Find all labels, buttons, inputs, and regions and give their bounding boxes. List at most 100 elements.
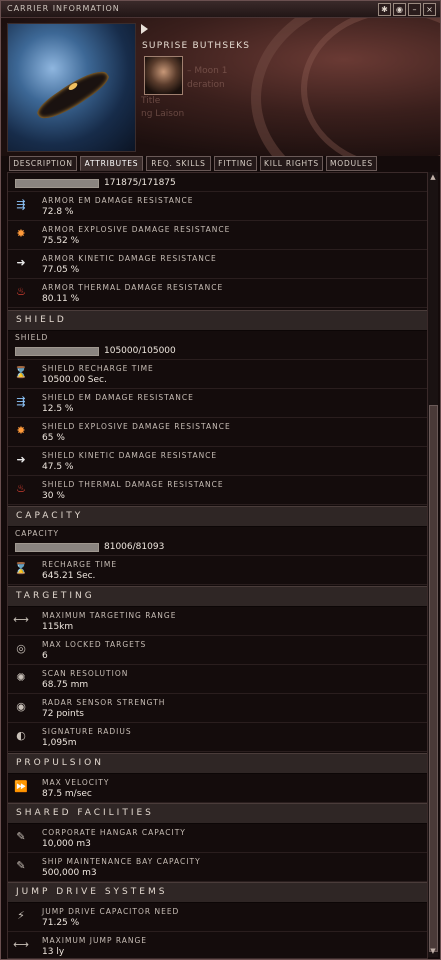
attr-value: 75.52 %: [42, 236, 80, 246]
scan-resolution-row[interactable]: ✺ SCAN RESOLUTION 68.75 mm: [8, 665, 427, 694]
settings-button[interactable]: ✱: [378, 3, 391, 16]
armor-thermal-row[interactable]: ♨ ARMOR THERMAL DAMAGE RESISTANCE 80.11 …: [8, 279, 427, 308]
section-shield[interactable]: SHIELD: [8, 310, 427, 331]
attr-value: 80.11 %: [42, 294, 80, 304]
attr-value: 77.05 %: [42, 265, 80, 275]
capacity-value: 81006/81093: [104, 542, 165, 552]
armor-explosive-row[interactable]: ✸ ARMOR EXPLOSIVE DAMAGE RESISTANCE 75.5…: [8, 221, 427, 250]
faint-title: Title: [141, 96, 161, 106]
scroll-up-icon[interactable]: ▲: [428, 172, 438, 182]
attr-value: 12.5 %: [42, 404, 74, 414]
attr-value: 68.75 mm: [42, 680, 89, 690]
ship-image[interactable]: [7, 23, 136, 152]
tab-attributes[interactable]: ATTRIBUTES: [80, 156, 143, 171]
title-bar[interactable]: CARRIER INFORMATION ✱ ◉ – ×: [1, 1, 440, 18]
attr-label: ARMOR EXPLOSIVE DAMAGE RESISTANCE: [42, 225, 231, 234]
pin-button[interactable]: ◉: [393, 3, 406, 16]
section-shared-facilities[interactable]: SHARED FACILITIES: [8, 803, 427, 824]
explosive-resist-icon: ✸: [16, 424, 26, 437]
capacitor-recharge-row[interactable]: ⌛ RECHARGE TIME 645.21 Sec.: [8, 556, 427, 585]
shield-hp-value: 105000/105000: [104, 346, 176, 356]
attr-value: 10500.00 Sec.: [42, 375, 107, 385]
explosive-resist-icon: ✸: [16, 227, 26, 240]
shield-recharge-row[interactable]: ⌛ SHIELD RECHARGE TIME 10500.00 Sec.: [8, 360, 427, 389]
armor-hp-value: 171875/171875: [104, 178, 176, 188]
locked-targets-row[interactable]: ◎ MAX LOCKED TARGETS 6: [8, 636, 427, 665]
attr-value: 1,095m: [42, 738, 77, 748]
armor-kinetic-row[interactable]: ➜ ARMOR KINETIC DAMAGE RESISTANCE 77.05 …: [8, 250, 427, 279]
shield-explosive-row[interactable]: ✸ SHIELD EXPLOSIVE DAMAGE RESISTANCE 65 …: [8, 418, 427, 447]
thermal-resist-icon: ♨: [16, 285, 26, 298]
scroll-down-icon[interactable]: ▼: [428, 946, 438, 956]
window-title: CARRIER INFORMATION: [7, 4, 120, 13]
targeting-range-row[interactable]: ⟷ MAXIMUM TARGETING RANGE 115km: [8, 607, 427, 636]
signature-radius-row[interactable]: ◐ SIGNATURE RADIUS 1,095m: [8, 723, 427, 752]
wrench-icon: ✎: [16, 830, 26, 843]
attr-value: 13 ly: [42, 947, 65, 957]
attr-label: SIGNATURE RADIUS: [42, 727, 132, 736]
section-jump-drive[interactable]: JUMP DRIVE SYSTEMS: [8, 882, 427, 903]
faint-role: ng Laison: [141, 109, 185, 119]
attr-label: SHIELD EM DAMAGE RESISTANCE: [42, 393, 194, 402]
shield-thermal-row[interactable]: ♨ SHIELD THERMAL DAMAGE RESISTANCE 30 %: [8, 476, 427, 505]
tab-kill-rights[interactable]: KILL RIGHTS: [260, 156, 323, 171]
background-decoration: [301, 18, 440, 156]
minimize-button[interactable]: –: [408, 3, 421, 16]
shield-kinetic-row[interactable]: ➜ SHIELD KINETIC DAMAGE RESISTANCE 47.5 …: [8, 447, 427, 476]
capacity-row: CAPACITY 81006/81093: [8, 527, 427, 556]
kinetic-resist-icon: ➜: [16, 453, 26, 466]
radar-sensor-icon: ◉: [16, 700, 26, 713]
attr-value: 72 points: [42, 709, 84, 719]
capacity-bar: [15, 543, 99, 552]
ship-silhouette: [33, 63, 113, 127]
attr-value: 115km: [42, 622, 74, 632]
attr-label: SHIP MAINTENANCE BAY CAPACITY: [42, 857, 201, 866]
section-propulsion[interactable]: PROPULSION: [8, 753, 427, 774]
play-icon[interactable]: [141, 24, 148, 34]
section-capacity[interactable]: CAPACITY: [8, 506, 427, 527]
range-icon: ⟷: [13, 613, 29, 626]
attr-value: 10,000 m3: [42, 839, 91, 849]
signature-radius-icon: ◐: [16, 729, 26, 742]
armor-hp-bar: [15, 179, 99, 188]
jump-capacitor-row[interactable]: ⚡ JUMP DRIVE CAPACITOR NEED 71.25 %: [8, 903, 427, 932]
max-velocity-row[interactable]: ⏩ MAX VELOCITY 87.5 m/sec: [8, 774, 427, 803]
attr-label: MAX VELOCITY: [42, 778, 110, 787]
jump-range-row[interactable]: ⟷ MAXIMUM JUMP RANGE 13 ly: [8, 932, 427, 958]
close-button[interactable]: ×: [423, 3, 436, 16]
section-targeting[interactable]: TARGETING: [8, 586, 427, 607]
attr-value: 65 %: [42, 433, 65, 443]
attr-value: 645.21 Sec.: [42, 571, 96, 581]
armor-em-row[interactable]: ⇶ ARMOR EM DAMAGE RESISTANCE 72.8 %: [8, 192, 427, 221]
tab-req-skills[interactable]: REQ. SKILLS: [146, 156, 211, 171]
pilot-name[interactable]: SUPRISE BUTHSEKS: [142, 41, 250, 51]
attr-label: SHIELD THERMAL DAMAGE RESISTANCE: [42, 480, 224, 489]
shield-em-row[interactable]: ⇶ SHIELD EM DAMAGE RESISTANCE 12.5 %: [8, 389, 427, 418]
tab-description[interactable]: DESCRIPTION: [9, 156, 77, 171]
corp-hangar-row[interactable]: ✎ CORPORATE HANGAR CAPACITY 10,000 m3: [8, 824, 427, 853]
shield-bar-label: SHIELD: [15, 333, 49, 342]
scroll-thumb[interactable]: [429, 405, 438, 952]
attr-label: ARMOR EM DAMAGE RESISTANCE: [42, 196, 194, 205]
attr-label: CORPORATE HANGAR CAPACITY: [42, 828, 186, 837]
attr-label: SHIELD EXPLOSIVE DAMAGE RESISTANCE: [42, 422, 231, 431]
attr-label: SHIELD KINETIC DAMAGE RESISTANCE: [42, 451, 218, 460]
attr-value: 47.5 %: [42, 462, 74, 472]
radar-strength-row[interactable]: ◉ RADAR SENSOR STRENGTH 72 points: [8, 694, 427, 723]
capacitor-icon: ⚡: [17, 909, 25, 922]
attr-value: 71.25 %: [42, 918, 80, 928]
shield-hp-fill: [16, 348, 98, 355]
info-header: SUPRISE BUTHSEKS – Moon 1 deration Title…: [1, 18, 440, 156]
shield-hp-bar: [15, 347, 99, 356]
capacity-bar-label: CAPACITY: [15, 529, 60, 538]
ship-maintenance-row[interactable]: ✎ SHIP MAINTENANCE BAY CAPACITY 500,000 …: [8, 853, 427, 882]
wrench-icon: ✎: [16, 859, 26, 872]
tab-fitting[interactable]: FITTING: [214, 156, 257, 171]
attr-value: 87.5 m/sec: [42, 789, 92, 799]
pilot-portrait[interactable]: [144, 56, 183, 95]
attr-label: MAXIMUM JUMP RANGE: [42, 936, 148, 945]
vertical-scrollbar[interactable]: ▲ ▼: [427, 172, 438, 957]
attributes-list: 171875/171875 ⇶ ARMOR EM DAMAGE RESISTAN…: [7, 172, 428, 959]
attr-label: RECHARGE TIME: [42, 560, 118, 569]
tab-modules[interactable]: MODULES: [326, 156, 377, 171]
